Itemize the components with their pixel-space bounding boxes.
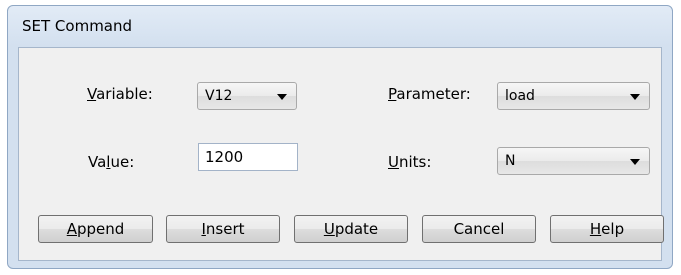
help-button[interactable]: Help [550,215,664,243]
set-command-dialog: SET Command Variable: V12 Parameter: loa… [7,5,673,269]
cancel-button[interactable]: Cancel [422,215,536,243]
value-input-text: 1200 [205,148,244,166]
value-label: Value: [88,153,135,171]
chevron-down-icon [277,94,287,100]
units-select[interactable]: N [497,147,650,175]
dialog-body: Variable: V12 Parameter: load Value: 120… [18,47,664,261]
parameter-value: load [505,88,535,104]
update-button[interactable]: Update [294,215,408,243]
value-input[interactable]: 1200 [198,143,298,171]
variable-select[interactable]: V12 [197,82,297,110]
window-title: SET Command [22,17,133,35]
units-label: Units: [388,153,432,171]
title-bar[interactable]: SET Command [8,6,672,44]
parameter-label: Parameter: [388,85,471,103]
chevron-down-icon [630,94,640,100]
chevron-down-icon [630,159,640,165]
insert-button[interactable]: Insert [166,215,280,243]
variable-label: Variable: [87,85,153,103]
parameter-select[interactable]: load [497,82,650,110]
units-value: N [505,153,516,169]
variable-value: V12 [205,88,233,104]
append-button[interactable]: Append [38,215,153,243]
